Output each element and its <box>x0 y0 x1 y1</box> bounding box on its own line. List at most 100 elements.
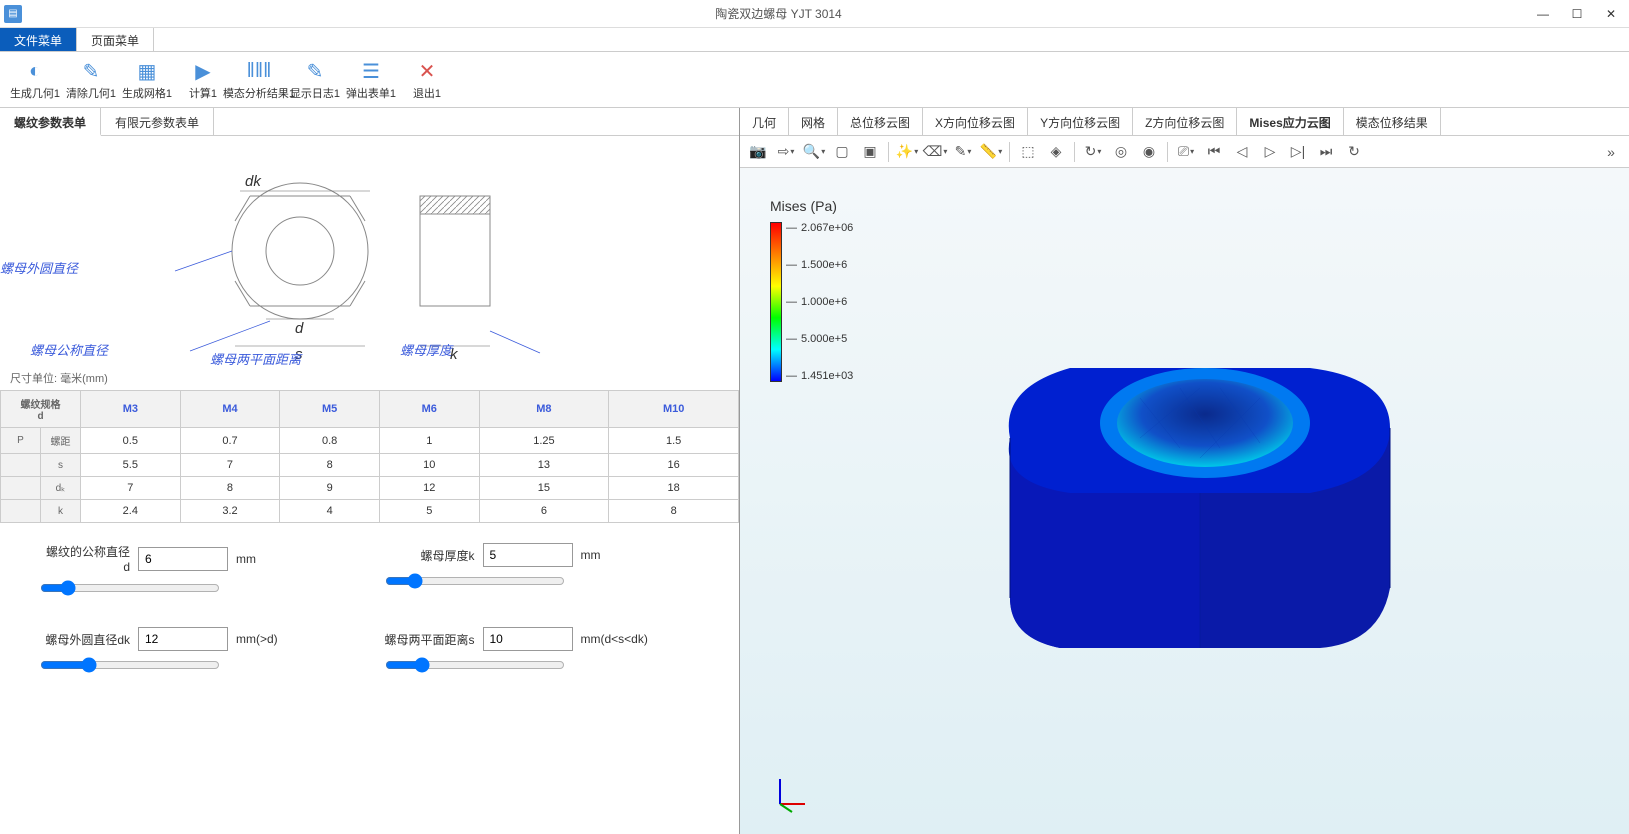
select-icon[interactable]: ⬚ <box>1016 140 1040 164</box>
right-toolbar: 📷⇨🔍▢▣✨⌫✎📏⬚◈↻◎◉⎚⏮◁▷▷|⏭↻ » <box>740 136 1629 168</box>
orbit1-icon[interactable]: ◎ <box>1109 140 1133 164</box>
param-k-input[interactable] <box>483 543 573 567</box>
left-tab-1[interactable]: 有限元参数表单 <box>101 108 214 135</box>
next-icon[interactable]: ▷| <box>1286 140 1310 164</box>
zoom-icon[interactable]: 🔍 <box>802 140 826 164</box>
right-pane: 几何网格总位移云图X方向位移云图Y方向位移云图Z方向位移云图Mises应力云图模… <box>740 108 1629 834</box>
brush-icon[interactable]: ✎ <box>951 140 975 164</box>
cell: 4 <box>280 500 380 523</box>
cell: 7 <box>81 477 181 500</box>
rotate-icon[interactable]: ↻ <box>1081 140 1105 164</box>
ribbon-compute[interactable]: ▶计算1 <box>178 59 228 101</box>
play-icon[interactable]: ▷ <box>1258 140 1282 164</box>
last-icon[interactable]: ⏭ <box>1314 140 1338 164</box>
left-tab-0[interactable]: 螺纹参数表单 <box>0 108 101 136</box>
label-flat-dist: 螺母两平面距离 <box>210 349 301 368</box>
ribbon-exit[interactable]: ✕退出1 <box>402 59 452 101</box>
prev-icon[interactable]: ◁ <box>1230 140 1254 164</box>
cell: 5 <box>379 500 479 523</box>
ribbon-clear-geom[interactable]: ✎清除几何1 <box>66 59 116 101</box>
overflow-icon[interactable]: » <box>1599 140 1623 164</box>
cell: 5.5 <box>81 454 181 477</box>
right-tab-2[interactable]: 总位移云图 <box>838 108 923 135</box>
cell: 1 <box>379 428 479 454</box>
box2-icon[interactable]: ▣ <box>858 140 882 164</box>
clear-geom-icon: ✎ <box>83 59 100 85</box>
export-icon[interactable]: ⇨ <box>774 140 798 164</box>
compute-icon: ▶ <box>195 59 210 85</box>
cell: 15 <box>479 477 609 500</box>
viewport-3d[interactable]: Mises (Pa) 2.067e+061.500e+61.000e+65.00… <box>740 168 1629 834</box>
param-d-input[interactable] <box>138 547 228 571</box>
spec-col: M4 <box>180 391 280 428</box>
table-row: s5.578101316 <box>1 454 739 477</box>
ribbon-gen-mesh[interactable]: ▦生成网格1 <box>122 59 172 101</box>
show-log-icon: ✎ <box>307 59 324 85</box>
cell: 1.25 <box>479 428 609 454</box>
table-row: k2.43.24568 <box>1 500 739 523</box>
record-icon[interactable]: ⎚ <box>1174 140 1198 164</box>
param-dk-slider[interactable] <box>40 657 220 673</box>
ribbon-gen-geom[interactable]: ◐生成几何1 <box>10 59 60 101</box>
svg-text:d: d <box>295 320 304 337</box>
color-legend: Mises (Pa) 2.067e+061.500e+61.000e+65.00… <box>770 198 853 382</box>
minimize-button[interactable]: — <box>1529 4 1557 24</box>
legend-colorbar <box>770 222 782 382</box>
right-tab-7[interactable]: 模态位移结果 <box>1344 108 1441 135</box>
wand-icon[interactable]: ✨ <box>895 140 919 164</box>
ruler-icon[interactable]: 📏 <box>979 140 1003 164</box>
legend-tick: 1.500e+6 <box>786 259 853 271</box>
row-sub: k <box>41 500 81 523</box>
target-icon[interactable]: ◈ <box>1044 140 1068 164</box>
right-tab-0[interactable]: 几何 <box>740 108 789 135</box>
close-button[interactable]: ✕ <box>1597 4 1625 24</box>
clear-icon[interactable]: ⌫ <box>923 140 947 164</box>
ribbon-popup-form[interactable]: ☰弹出表单1 <box>346 59 396 101</box>
maximize-button[interactable]: ☐ <box>1563 4 1591 24</box>
orbit2-icon[interactable]: ◉ <box>1137 140 1161 164</box>
spec-col: M10 <box>609 391 739 428</box>
file-menu-tab[interactable]: 文件菜单 <box>0 28 77 51</box>
param-dk-input[interactable] <box>138 627 228 651</box>
cell: 2.4 <box>81 500 181 523</box>
toolbar-separator <box>1009 142 1010 162</box>
modal-icon: ǁǁǁ <box>247 59 272 85</box>
loop-icon[interactable]: ↻ <box>1342 140 1366 164</box>
diagram-area: dk d s k 螺母外圆直径 螺母公称 <box>0 136 739 366</box>
camera-icon[interactable]: 📷 <box>746 140 770 164</box>
row-side <box>1 500 41 523</box>
legend-title: Mises (Pa) <box>770 198 853 214</box>
page-menu-tab[interactable]: 页面菜单 <box>77 28 154 51</box>
cell: 0.5 <box>81 428 181 454</box>
row-sub: s <box>41 454 81 477</box>
first-icon[interactable]: ⏮ <box>1202 140 1226 164</box>
ribbon-show-log[interactable]: ✎显示日志1 <box>290 59 340 101</box>
right-tab-5[interactable]: Z方向位移云图 <box>1133 108 1237 135</box>
right-tab-3[interactable]: X方向位移云图 <box>923 108 1028 135</box>
right-tab-6[interactable]: Mises应力云图 <box>1237 108 1343 135</box>
param-s-slider[interactable] <box>385 657 565 673</box>
ribbon-modal[interactable]: ǁǁǁ模态分析结果1 <box>234 59 284 101</box>
spec-table: 螺纹规格 d M3 M4 M5 M6 M8 M10 P螺距0.50.70.811… <box>0 390 739 523</box>
axis-triad-icon <box>770 774 810 814</box>
right-tab-4[interactable]: Y方向位移云图 <box>1028 108 1133 135</box>
param-k-label: 螺母厚度k <box>385 547 475 564</box>
show-log-label: 显示日志1 <box>290 85 340 101</box>
spec-col: M5 <box>280 391 380 428</box>
param-k-slider[interactable] <box>385 573 565 589</box>
param-dk-unit: mm(>d) <box>236 632 278 646</box>
param-d-slider[interactable] <box>40 580 220 596</box>
nut-diagram: dk d s k <box>120 141 620 361</box>
cell: 3.2 <box>180 500 280 523</box>
app-icon: ▤ <box>4 5 22 23</box>
param-s-input[interactable] <box>483 627 573 651</box>
gen-mesh-label: 生成网格1 <box>122 85 172 101</box>
param-d-label: 螺纹的公称直径d <box>40 543 130 574</box>
row-side: P <box>1 428 41 454</box>
right-tab-1[interactable]: 网格 <box>789 108 838 135</box>
param-k-unit: mm <box>581 548 601 562</box>
row-side <box>1 477 41 500</box>
box1-icon[interactable]: ▢ <box>830 140 854 164</box>
cell: 8 <box>280 454 380 477</box>
table-row: dₖ789121518 <box>1 477 739 500</box>
